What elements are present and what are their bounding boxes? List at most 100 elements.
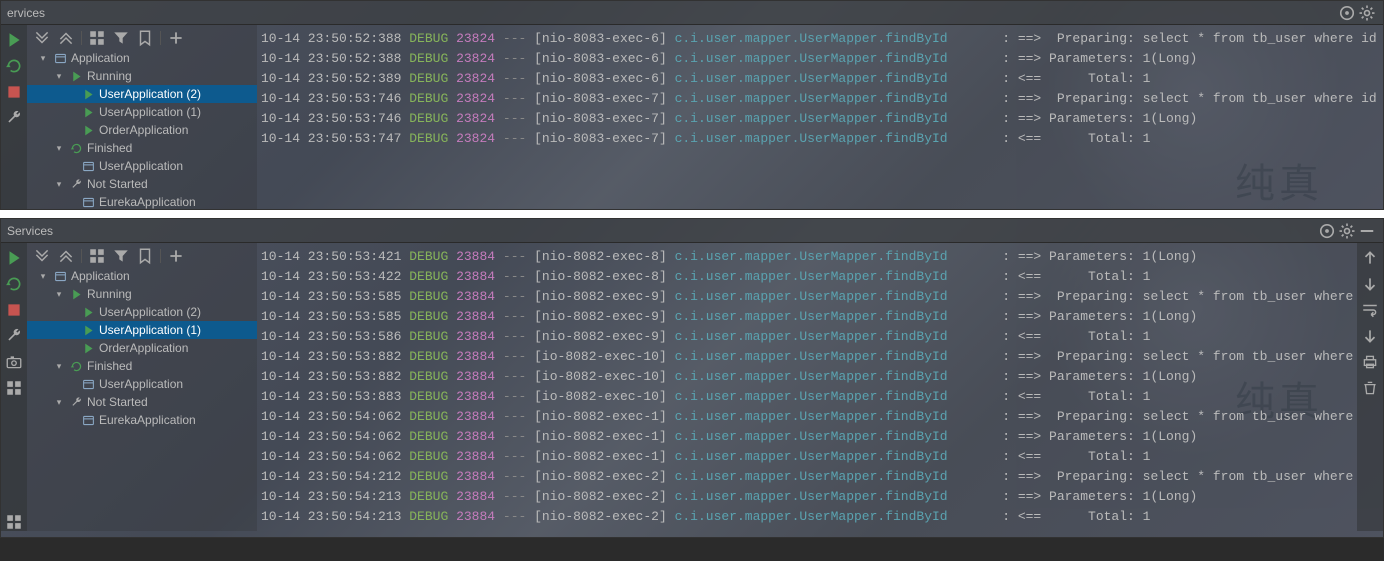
log-line: 10-14 23:50:54:213 DEBUG 23884 --- [nio-… xyxy=(257,507,1357,527)
log-line: 10-14 23:50:53:421 DEBUG 23884 --- [nio-… xyxy=(257,247,1357,267)
expand-all-icon[interactable] xyxy=(33,29,51,47)
tree-node-running[interactable]: ▾ Running xyxy=(27,285,257,303)
play-icon xyxy=(69,287,83,301)
arrow-down-icon[interactable] xyxy=(1361,275,1379,293)
grid-icon[interactable] xyxy=(5,379,23,397)
tree-node-application[interactable]: ▾ Application xyxy=(27,49,257,67)
scroll-end-icon[interactable] xyxy=(1361,327,1379,345)
add-icon[interactable] xyxy=(167,247,185,265)
filter-icon[interactable] xyxy=(112,29,130,47)
bookmark-icon[interactable] xyxy=(136,247,154,265)
tree-label: EurekaApplication xyxy=(99,195,196,209)
play-icon xyxy=(81,341,95,355)
arrow-up-icon[interactable] xyxy=(1361,249,1379,267)
tree-node-application[interactable]: ▾ Application xyxy=(27,267,257,285)
bookmark-icon[interactable] xyxy=(136,29,154,47)
log-line: 10-14 23:50:53:585 DEBUG 23884 --- [nio-… xyxy=(257,307,1357,327)
tree-app-1[interactable]: UserApplication (1) xyxy=(27,103,257,121)
chevron-down-icon: ▾ xyxy=(37,53,49,64)
wrench-icon[interactable] xyxy=(5,109,23,127)
chevron-down-icon: ▾ xyxy=(53,361,65,372)
stop-icon[interactable] xyxy=(5,301,23,319)
tree-app-2[interactable]: OrderApplication xyxy=(27,121,257,139)
tree-app-0[interactable]: UserApplication (2) xyxy=(27,303,257,321)
log-line: 10-14 23:50:52:389 DEBUG 23824 --- [nio-… xyxy=(257,69,1383,89)
log-line: 10-14 23:50:53:746 DEBUG 23824 --- [nio-… xyxy=(257,109,1383,129)
log-output[interactable]: 10-14 23:50:52:388 DEBUG 23824 --- [nio-… xyxy=(257,25,1383,210)
log-line: 10-14 23:50:53:746 DEBUG 23824 --- [nio-… xyxy=(257,89,1383,109)
play-icon xyxy=(81,105,95,119)
minimize-icon[interactable] xyxy=(1357,221,1377,241)
panel-title: Services xyxy=(7,224,1317,238)
tree-label: Application xyxy=(71,269,130,283)
tree-notstarted-app[interactable]: EurekaApplication xyxy=(27,193,257,210)
app-icon xyxy=(81,377,95,391)
add-icon[interactable] xyxy=(167,29,185,47)
rerun-icon[interactable] xyxy=(5,57,23,75)
rerun-icon xyxy=(69,359,83,373)
log-line: 10-14 23:50:53:882 DEBUG 23884 --- [io-8… xyxy=(257,367,1357,387)
tree-node-finished[interactable]: ▾ Finished xyxy=(27,357,257,375)
app-icon xyxy=(81,413,95,427)
expand-all-icon[interactable] xyxy=(33,247,51,265)
grid-icon[interactable] xyxy=(88,29,106,47)
target-icon[interactable] xyxy=(1317,221,1337,241)
tree-node-notstarted[interactable]: ▾ Not Started xyxy=(27,175,257,193)
camera-icon[interactable] xyxy=(5,353,23,371)
chevron-down-icon: ▾ xyxy=(53,397,65,408)
gear-icon[interactable] xyxy=(1337,221,1357,241)
tree-finished-app[interactable]: UserApplication xyxy=(27,157,257,175)
gear-icon[interactable] xyxy=(1357,3,1377,23)
log-line: 10-14 23:50:53:882 DEBUG 23884 --- [io-8… xyxy=(257,347,1357,367)
log-output[interactable]: 10-14 23:50:53:421 DEBUG 23884 --- [nio-… xyxy=(257,243,1357,531)
play-icon xyxy=(69,69,83,83)
wrench-icon[interactable] xyxy=(5,327,23,345)
tree-label: Not Started xyxy=(87,177,148,191)
chevron-down-icon: ▾ xyxy=(53,179,65,190)
wrench-icon xyxy=(69,395,83,409)
tree-label: Running xyxy=(87,287,132,301)
tree-label: UserApplication (2) xyxy=(99,305,201,319)
tree-node-running[interactable]: ▾ Running xyxy=(27,67,257,85)
collapse-all-icon[interactable] xyxy=(57,247,75,265)
services-panel: ervices xyxy=(0,0,1384,210)
panel-header: ervices xyxy=(1,1,1383,25)
tree-label: OrderApplication xyxy=(99,123,188,137)
app-icon xyxy=(81,159,95,173)
log-line: 10-14 23:50:54:062 DEBUG 23884 --- [nio-… xyxy=(257,407,1357,427)
tree-app-2[interactable]: OrderApplication xyxy=(27,339,257,357)
collapse-all-icon[interactable] xyxy=(57,29,75,47)
run-icon[interactable] xyxy=(5,249,23,267)
play-icon xyxy=(81,323,95,337)
chevron-down-icon: ▾ xyxy=(53,289,65,300)
log-line: 10-14 23:50:53:883 DEBUG 23884 --- [io-8… xyxy=(257,387,1357,407)
tree-node-finished[interactable]: ▾ Finished xyxy=(27,139,257,157)
tree-node-notstarted[interactable]: ▾ Not Started xyxy=(27,393,257,411)
rerun-icon[interactable] xyxy=(5,275,23,293)
log-line: 10-14 23:50:52:388 DEBUG 23824 --- [nio-… xyxy=(257,29,1383,49)
left-gutter xyxy=(1,25,27,210)
target-icon[interactable] xyxy=(1337,3,1357,23)
tree-app-0[interactable]: UserApplication (2) xyxy=(27,85,257,103)
tree-label: EurekaApplication xyxy=(99,413,196,427)
panel-title: ervices xyxy=(7,6,1337,20)
tree-finished-app[interactable]: UserApplication xyxy=(27,375,257,393)
stop-icon[interactable] xyxy=(5,83,23,101)
log-line: 10-14 23:50:53:747 DEBUG 23824 --- [nio-… xyxy=(257,129,1383,149)
filter-icon[interactable] xyxy=(112,247,130,265)
tree-panel: ▾ Application ▾ Running UserApplication … xyxy=(27,243,257,531)
print-icon[interactable] xyxy=(1361,353,1379,371)
trash-icon[interactable] xyxy=(1361,379,1379,397)
chevron-down-icon: ▾ xyxy=(53,71,65,82)
app-icon xyxy=(53,269,67,283)
tree-app-1[interactable]: UserApplication (1) xyxy=(27,321,257,339)
panel-header: Services xyxy=(1,219,1383,243)
log-line: 10-14 23:50:54:212 DEBUG 23884 --- [nio-… xyxy=(257,467,1357,487)
grid-icon[interactable] xyxy=(88,247,106,265)
right-gutter xyxy=(1357,243,1383,531)
wrap-icon[interactable] xyxy=(1361,301,1379,319)
layout-icon[interactable] xyxy=(5,513,23,531)
tree-notstarted-app[interactable]: EurekaApplication xyxy=(27,411,257,429)
tree-label: UserApplication (2) xyxy=(99,87,201,101)
run-icon[interactable] xyxy=(5,31,23,49)
